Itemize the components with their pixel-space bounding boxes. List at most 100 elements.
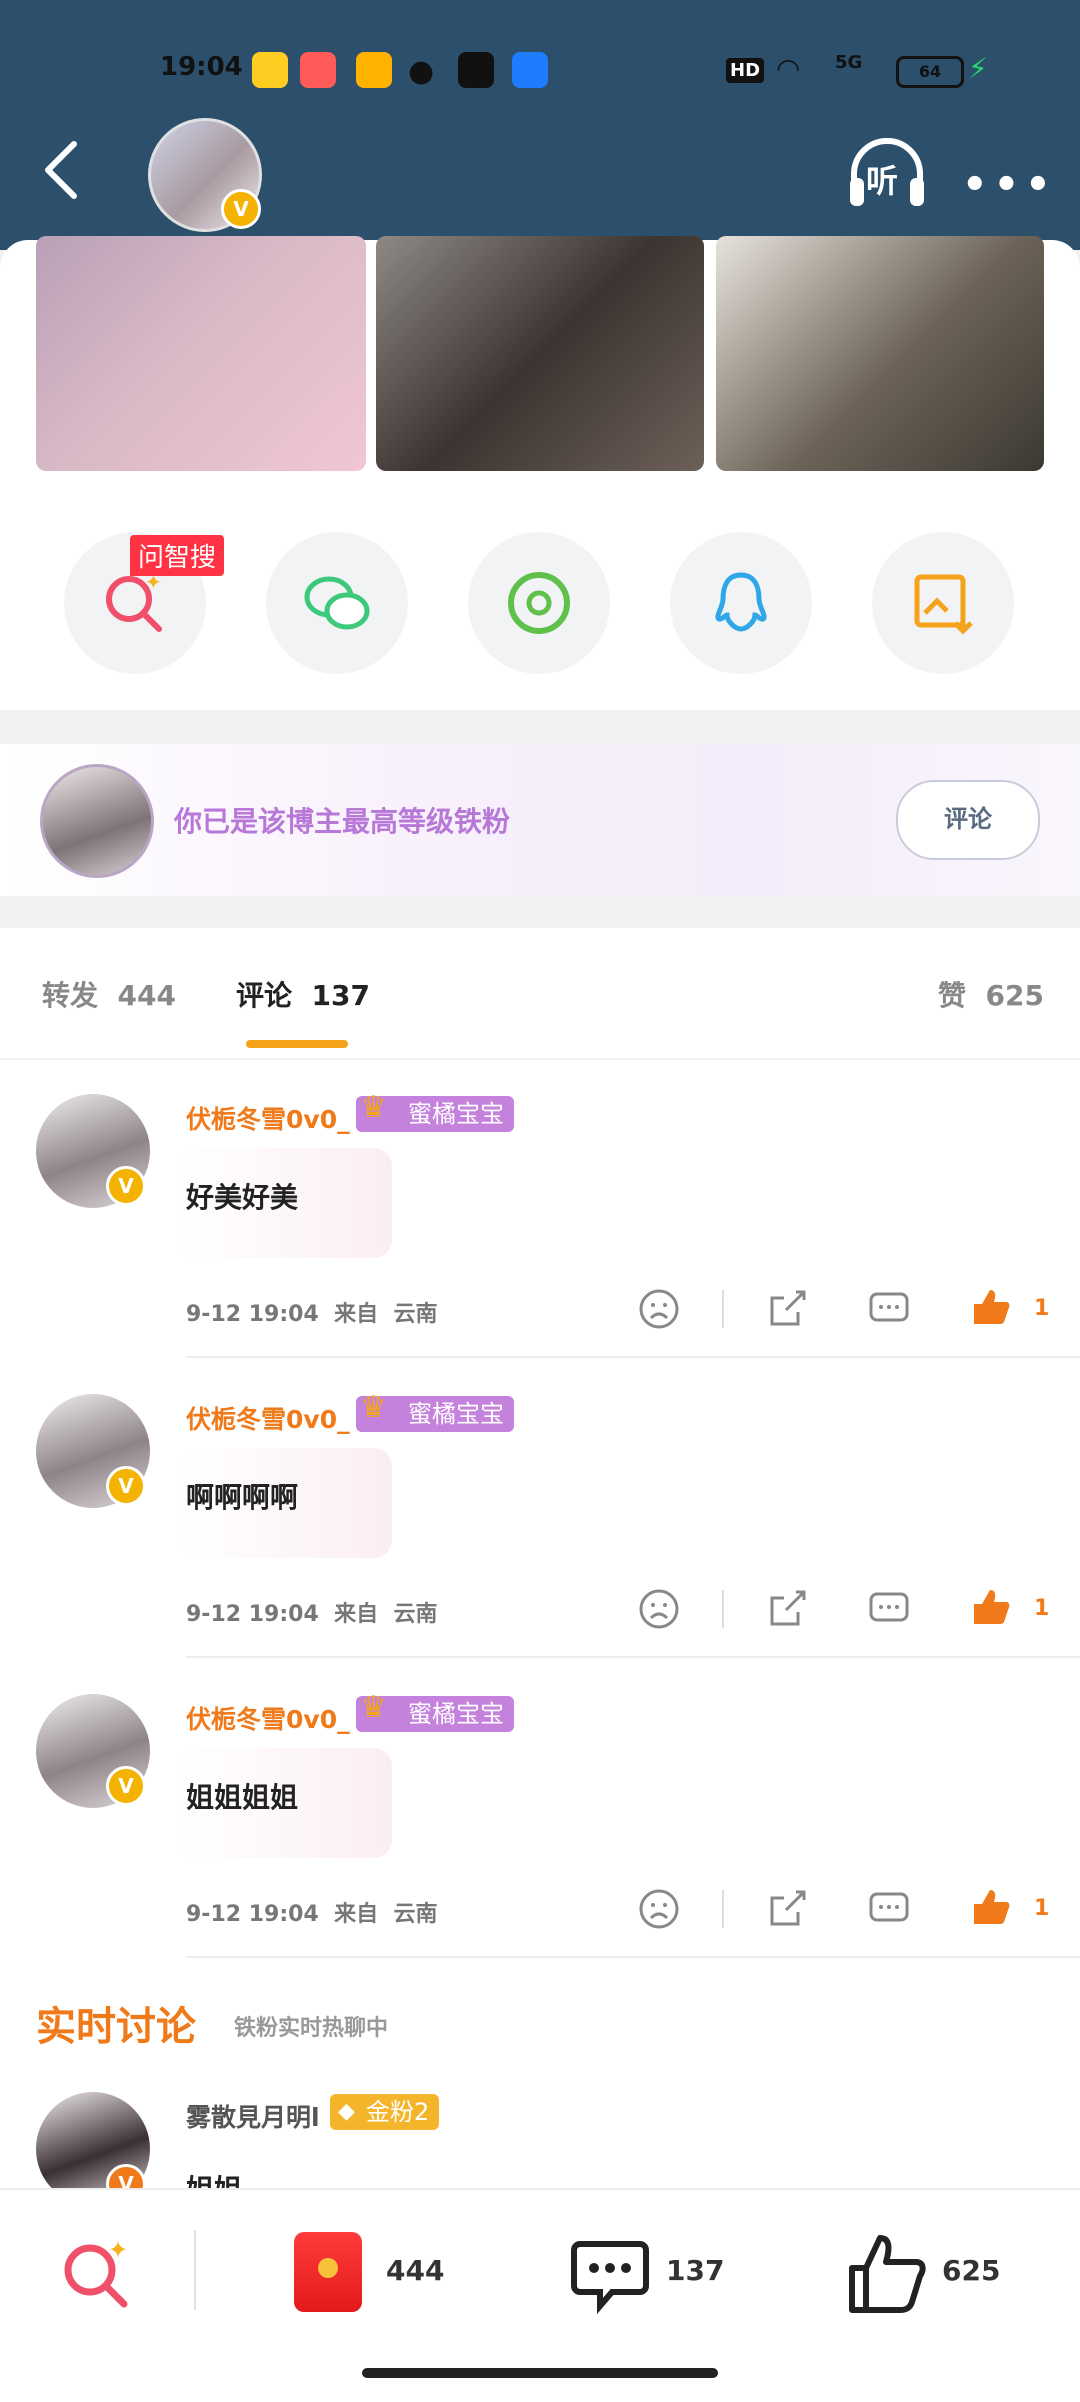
comment-meta: 9-12 19:04 来自 云南 — [186, 1596, 437, 1628]
comment-from: 来自 — [334, 1902, 379, 1927]
gold-fan-badge: ◆ 金粉2 — [330, 2094, 440, 2130]
like-count: 625 — [942, 2254, 1001, 2287]
tab-repost-count: 444 — [117, 979, 176, 1012]
commenter-name[interactable]: 伏栀冬雪0v0_ — [186, 1400, 350, 1436]
thumbs-up-icon[interactable] — [970, 1886, 1012, 1928]
comment-meta: 9-12 19:04 来自 云南 — [186, 1296, 437, 1328]
dislike-icon[interactable] — [638, 1588, 680, 1630]
comment-time: 19:04 — [248, 1602, 319, 1627]
repost-count: 444 — [386, 2254, 445, 2287]
fan-badge-label: 蜜橘宝宝 — [408, 1400, 504, 1428]
share-icon[interactable] — [766, 1288, 808, 1330]
divider — [186, 1656, 1080, 1658]
divider — [722, 1590, 724, 1628]
back-icon[interactable] — [38, 138, 86, 202]
moments-share-button[interactable] — [468, 532, 610, 674]
verified-icon: V — [106, 1766, 146, 1806]
realtime-user-name[interactable]: 雾散見月明l — [186, 2098, 320, 2134]
listen-label: 听 — [866, 162, 899, 200]
commenter-avatar[interactable]: V — [36, 1694, 150, 1808]
comment-icon[interactable] — [570, 2236, 650, 2316]
crown-icon: ♛ — [360, 1390, 387, 1425]
post-image-3[interactable] — [716, 236, 1044, 471]
comment-time: 19:04 — [248, 1902, 319, 1927]
shield-app-icon — [512, 52, 548, 88]
more-options-icon[interactable]: ••• — [962, 162, 1057, 208]
search-icon: ✦ — [106, 570, 162, 632]
comment-from: 来自 — [334, 1602, 379, 1627]
red-packet-icon[interactable] — [294, 2232, 362, 2312]
wifi-icon: ◠ — [776, 52, 801, 85]
post-image-2[interactable] — [376, 236, 704, 471]
wechat-status-icon: ● — [408, 54, 435, 89]
weibo-app-icon — [252, 52, 288, 88]
qq-icon — [715, 572, 767, 632]
fan-badge-label: 蜜橘宝宝 — [408, 1100, 504, 1128]
tab-likes[interactable]: 赞 625 — [938, 974, 1044, 1014]
tiktok-app-icon — [458, 52, 494, 88]
ai-search-tag: 问智搜 — [130, 535, 225, 576]
commenter-name[interactable]: 伏栀冬雪0v0_ — [186, 1100, 350, 1136]
comment-text: 啊啊啊啊 — [186, 1481, 299, 1514]
reply-icon[interactable] — [868, 1888, 910, 1930]
crown-icon: ♛ — [360, 1090, 387, 1125]
ai-search-icon[interactable]: ✦ — [58, 2234, 138, 2314]
fan-avatar — [40, 764, 154, 878]
hd-icon: HD — [726, 58, 765, 83]
verified-icon: V — [106, 1466, 146, 1506]
fan-badge: ♛ 蜜橘宝宝 — [356, 1390, 514, 1432]
reply-icon[interactable] — [868, 1288, 910, 1330]
dislike-icon[interactable] — [638, 1888, 680, 1930]
realtime-title: 实时讨论 — [36, 2004, 196, 2050]
svg-text:✦: ✦ — [108, 2236, 128, 2264]
dislike-icon[interactable] — [638, 1288, 680, 1330]
crown-icon: ♛ — [360, 1690, 387, 1725]
share-icon[interactable] — [766, 1888, 808, 1930]
commenter-avatar[interactable]: V — [36, 1394, 150, 1508]
gold-fan-label: 金粉2 — [366, 2098, 430, 2126]
tab-comments[interactable]: 评论 137 — [236, 974, 370, 1014]
thumbs-up-icon[interactable] — [970, 1586, 1012, 1628]
save-image-icon — [914, 574, 973, 635]
realtime-subtitle: 铁粉实时热聊中 — [234, 2016, 389, 2041]
post-image-1[interactable] — [36, 236, 366, 471]
comment-meta: 9-12 19:04 来自 云南 — [186, 1896, 437, 1928]
commenter-avatar[interactable]: V — [36, 1094, 150, 1208]
divider — [186, 1356, 1080, 1358]
verified-icon: V — [106, 1166, 146, 1206]
comment-location: 云南 — [393, 1902, 438, 1927]
commenter-name[interactable]: 伏栀冬雪0v0_ — [186, 1700, 350, 1736]
divider — [722, 1290, 724, 1328]
save-image-button[interactable] — [872, 532, 1014, 674]
comment-button[interactable]: 评论 — [896, 780, 1040, 860]
like-icon[interactable] — [846, 2232, 926, 2316]
verified-icon: V — [221, 189, 261, 229]
network-label: 5G — [835, 52, 863, 73]
divider — [0, 1058, 1080, 1060]
status-time: 19:04 — [160, 52, 243, 82]
author-avatar[interactable]: V — [148, 118, 262, 232]
comment-date: 9-12 — [186, 1902, 242, 1927]
tab-repost[interactable]: 转发 444 — [42, 974, 176, 1014]
tab-like-label: 赞 — [938, 979, 967, 1012]
comment-text: 姐姐姐姐 — [186, 1781, 299, 1814]
comment-like-count: 1 — [1034, 1896, 1050, 1921]
thumbs-up-icon[interactable] — [970, 1286, 1012, 1328]
wechat-share-button[interactable] — [266, 532, 408, 674]
share-icon[interactable] — [766, 1588, 808, 1630]
pig-app-icon — [300, 52, 336, 88]
comment-like-count: 1 — [1034, 1596, 1050, 1621]
divider — [186, 1956, 1080, 1958]
qq-share-button[interactable] — [670, 532, 812, 674]
home-indicator — [362, 2368, 718, 2378]
battery-indicator: 64 — [896, 56, 964, 88]
comment-from: 来自 — [334, 1302, 379, 1327]
tab-like-count: 625 — [985, 979, 1044, 1012]
fan-badge: ♛ 蜜橘宝宝 — [356, 1090, 514, 1132]
comment-date: 9-12 — [186, 1302, 242, 1327]
comment-location: 云南 — [393, 1302, 438, 1327]
listen-button[interactable]: 听 — [846, 138, 928, 210]
reply-icon[interactable] — [868, 1588, 910, 1630]
comment-location: 云南 — [393, 1602, 438, 1627]
comment-date: 9-12 — [186, 1602, 242, 1627]
